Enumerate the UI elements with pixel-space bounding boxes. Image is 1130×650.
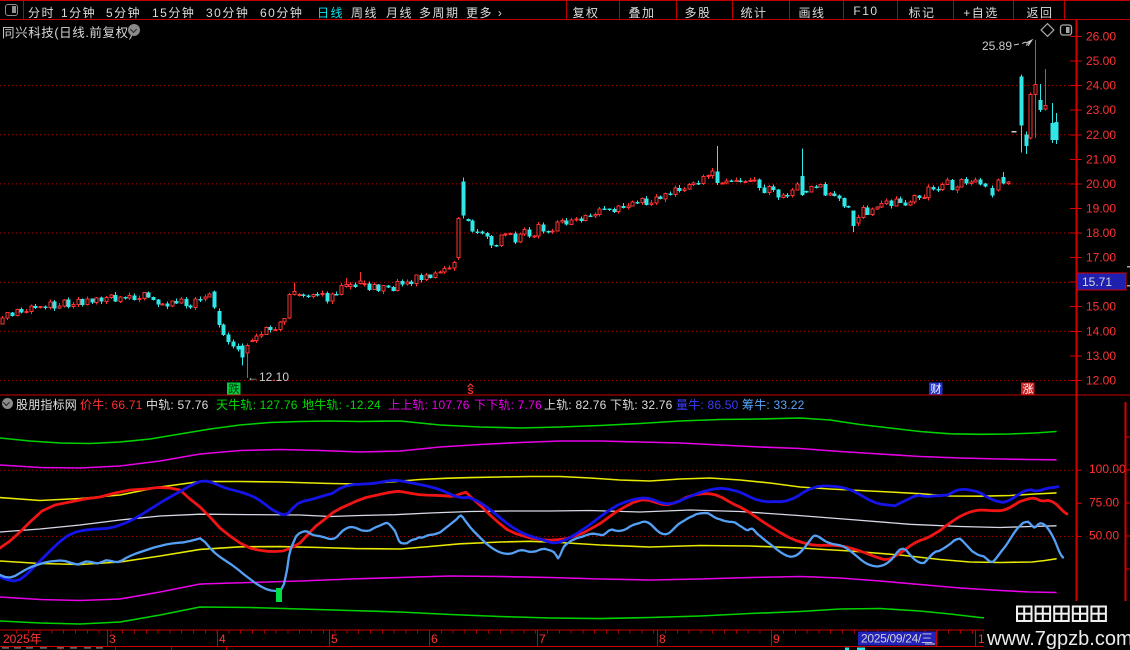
svg-text:跌: 跌 xyxy=(229,382,240,396)
svg-text:23.00: 23.00 xyxy=(1086,103,1116,117)
svg-text:100.00: 100.00 xyxy=(1089,462,1126,476)
svg-text:12.00: 12.00 xyxy=(1086,374,1116,388)
svg-text:14.00: 14.00 xyxy=(1086,324,1116,338)
svg-text:25.89: 25.89 xyxy=(982,39,1012,53)
svg-text:7: 7 xyxy=(539,632,546,646)
svg-text:5: 5 xyxy=(331,632,338,646)
svg-text:20.00: 20.00 xyxy=(1086,177,1116,191)
svg-text:50.00: 50.00 xyxy=(1089,528,1119,542)
svg-text:←12.10: ←12.10 xyxy=(247,370,289,384)
svg-text:13.00: 13.00 xyxy=(1086,349,1116,363)
svg-text:4: 4 xyxy=(219,632,226,646)
svg-text:www.7gpzb.com: www.7gpzb.com xyxy=(986,628,1130,650)
svg-text:22.00: 22.00 xyxy=(1086,128,1116,142)
svg-text:25.00: 25.00 xyxy=(1086,54,1116,68)
svg-text:6: 6 xyxy=(431,632,438,646)
svg-text:24.00: 24.00 xyxy=(1086,79,1116,93)
svg-text:15.00: 15.00 xyxy=(1086,300,1116,314)
svg-text:S: S xyxy=(468,386,474,396)
svg-text:8: 8 xyxy=(659,632,666,646)
svg-text:9: 9 xyxy=(773,632,780,646)
svg-text:1: 1 xyxy=(978,632,985,646)
svg-text:3: 3 xyxy=(109,632,116,646)
svg-text:2025年: 2025年 xyxy=(3,632,42,646)
svg-text:19.00: 19.00 xyxy=(1086,202,1116,216)
svg-text:18.00: 18.00 xyxy=(1086,226,1116,240)
svg-text:75.00: 75.00 xyxy=(1089,495,1119,509)
svg-text:财: 财 xyxy=(931,382,942,396)
svg-text:21.00: 21.00 xyxy=(1086,152,1116,166)
svg-text:2025/09/24/三: 2025/09/24/三 xyxy=(861,632,933,646)
svg-text:26.00: 26.00 xyxy=(1086,30,1116,44)
svg-text:15.71: 15.71 xyxy=(1082,275,1112,289)
svg-text:涨: 涨 xyxy=(1023,383,1034,396)
svg-text:17.00: 17.00 xyxy=(1086,251,1116,265)
